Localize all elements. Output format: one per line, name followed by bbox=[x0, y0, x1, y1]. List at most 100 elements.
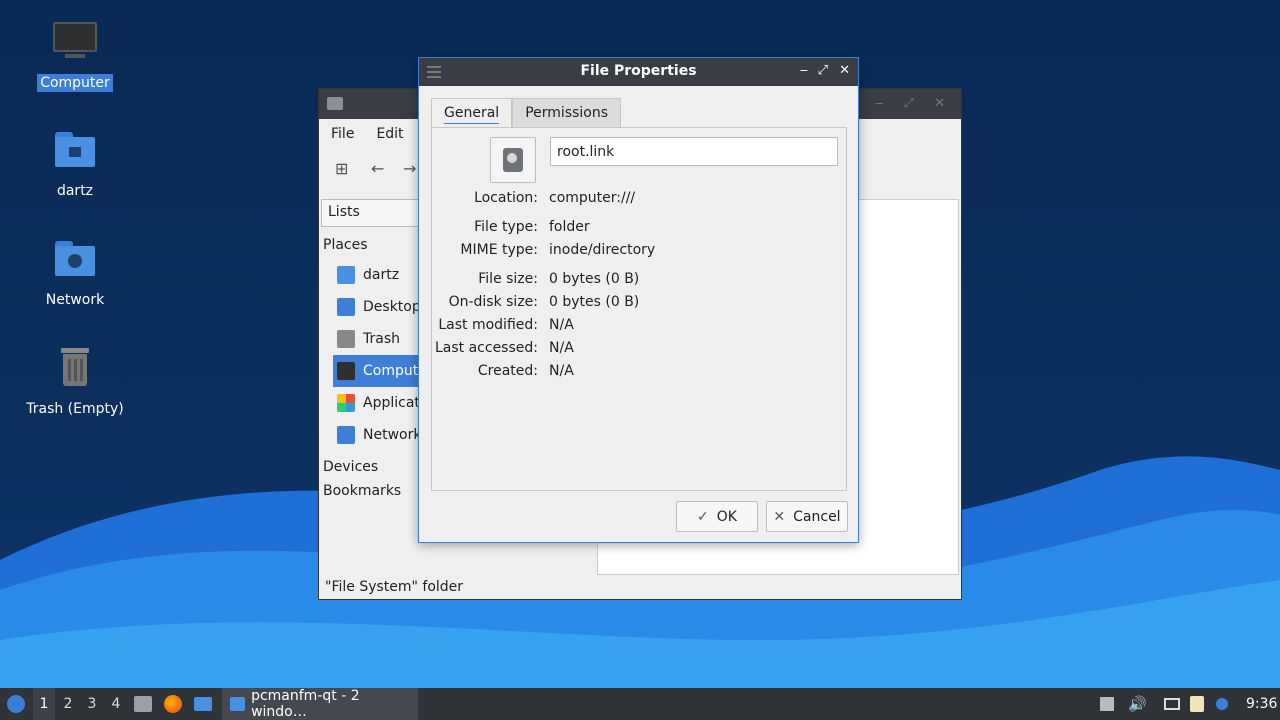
desktop-icon-label: dartz bbox=[56, 183, 94, 199]
property-value: folder bbox=[549, 219, 590, 235]
taskbar: 1 2 3 4 pcmanfm-qt - 2 windo… 🔊 9:36 bbox=[0, 688, 1280, 720]
property-row: Last modified: N/A bbox=[432, 317, 848, 339]
places-pane: Places dartz Desktop Trash Computer Appl… bbox=[323, 237, 423, 499]
desktop-icon bbox=[194, 697, 212, 711]
network-icon bbox=[337, 426, 355, 444]
desktop-icon-home[interactable]: dartz bbox=[20, 128, 130, 200]
show-desktop-button[interactable] bbox=[194, 688, 214, 720]
place-label: Desktop bbox=[363, 299, 421, 315]
property-value: inode/directory bbox=[549, 242, 656, 258]
applications-icon bbox=[337, 394, 355, 412]
property-row: On-disk size: 0 bytes (0 B) bbox=[432, 294, 848, 316]
property-row: File size: 0 bytes (0 B) bbox=[432, 271, 848, 293]
dialog-title: File Properties bbox=[580, 63, 697, 79]
eject-icon[interactable] bbox=[1100, 688, 1116, 720]
tab-bar: General Permissions bbox=[431, 98, 621, 128]
desktop-icon-computer[interactable]: Computer bbox=[20, 20, 130, 92]
file-manager-launcher[interactable] bbox=[134, 688, 154, 720]
place-label: Network bbox=[363, 427, 422, 443]
place-label: dartz bbox=[363, 267, 400, 283]
file-name-field[interactable] bbox=[550, 137, 838, 166]
place-item-trash[interactable]: Trash bbox=[323, 323, 423, 355]
desktop-icon-network[interactable]: Network bbox=[20, 237, 130, 309]
bookmarks-header[interactable]: Bookmarks bbox=[323, 483, 423, 499]
ok-button-label: OK bbox=[716, 508, 737, 525]
home-folder-icon bbox=[337, 266, 355, 284]
devices-header[interactable]: Devices bbox=[323, 459, 423, 475]
folder-icon bbox=[230, 697, 246, 711]
lxqt-logo-icon bbox=[7, 695, 25, 713]
property-row: File type: folder bbox=[432, 219, 848, 241]
task-label: pcmanfm-qt - 2 windo… bbox=[251, 688, 360, 720]
workspace-1[interactable]: 1 bbox=[33, 688, 55, 720]
place-label: Computer bbox=[363, 363, 423, 379]
property-key: File type: bbox=[474, 219, 538, 235]
place-item-applications[interactable]: Applications bbox=[323, 387, 423, 419]
tab-permissions[interactable]: Permissions bbox=[512, 98, 621, 128]
desktop-icon-trash[interactable]: Trash (Empty) bbox=[20, 346, 130, 418]
property-key: Location: bbox=[474, 190, 538, 206]
menu-file[interactable]: File bbox=[331, 126, 354, 142]
status-bar: "File System" folder bbox=[325, 579, 464, 595]
property-key: Created: bbox=[477, 363, 538, 379]
computer-icon bbox=[51, 20, 99, 68]
workspace-3[interactable]: 3 bbox=[81, 688, 103, 720]
property-key: On-disk size: bbox=[448, 294, 538, 310]
trash-icon bbox=[51, 346, 99, 394]
firefox-launcher[interactable] bbox=[164, 688, 184, 720]
menu-edit[interactable]: Edit bbox=[376, 126, 403, 142]
start-menu-button[interactable] bbox=[4, 688, 28, 720]
cancel-button[interactable]: ✕ Cancel bbox=[766, 501, 848, 532]
workspace-4[interactable]: 4 bbox=[105, 688, 127, 720]
desktop-icon-label: Computer bbox=[37, 74, 113, 92]
desktop-icon-label: Trash (Empty) bbox=[26, 401, 124, 417]
property-value: 0 bytes (0 B) bbox=[549, 294, 640, 310]
place-label: Trash bbox=[363, 331, 400, 347]
place-item-network[interactable]: Network bbox=[323, 419, 423, 451]
property-row: MIME type: inode/directory bbox=[432, 242, 848, 264]
property-value: 0 bytes (0 B) bbox=[549, 271, 640, 287]
file-properties-dialog: File Properties ‒ ⤢ ✕ General Permission… bbox=[418, 57, 859, 543]
desktop-icon-label: Network bbox=[45, 292, 105, 308]
notification-icon[interactable] bbox=[1216, 688, 1230, 720]
dialog-titlebar[interactable]: File Properties ‒ ⤢ ✕ bbox=[419, 58, 858, 86]
property-value: computer:/// bbox=[549, 190, 636, 206]
volume-icon[interactable]: 🔊 bbox=[1128, 688, 1147, 720]
place-item-computer[interactable]: Computer bbox=[333, 355, 423, 387]
home-folder-icon bbox=[51, 128, 99, 176]
folder-icon bbox=[327, 97, 343, 110]
property-key: Last accessed: bbox=[434, 340, 538, 356]
firefox-icon bbox=[164, 695, 182, 713]
side-pane-mode-select[interactable]: Lists bbox=[321, 199, 431, 227]
new-tab-icon[interactable]: ⊞ bbox=[335, 159, 348, 178]
workspace-2[interactable]: 2 bbox=[57, 688, 79, 720]
place-item-home[interactable]: dartz bbox=[323, 259, 423, 291]
tab-general[interactable]: General bbox=[431, 98, 513, 128]
drive-icon bbox=[503, 148, 523, 172]
cancel-button-label: Cancel bbox=[793, 508, 841, 525]
property-row: Created: N/A bbox=[432, 363, 848, 385]
file-manager-icon bbox=[134, 696, 152, 712]
clipboard-icon[interactable] bbox=[1190, 688, 1208, 720]
property-key: Last modified: bbox=[438, 317, 538, 333]
computer-icon bbox=[337, 362, 355, 380]
task-button-pcmanfm[interactable]: pcmanfm-qt - 2 windo… bbox=[222, 688, 418, 720]
property-key: File size: bbox=[478, 271, 538, 287]
general-tab-panel: Location: computer:/// File type: folder… bbox=[431, 127, 847, 491]
change-icon-button[interactable] bbox=[490, 137, 536, 183]
property-value: N/A bbox=[549, 340, 574, 356]
property-value: N/A bbox=[549, 317, 574, 333]
window-controls[interactable]: ‒ ⤢ ✕ bbox=[875, 96, 953, 111]
clock[interactable]: 9:36 bbox=[1246, 688, 1277, 720]
back-arrow-icon[interactable]: ← bbox=[371, 159, 384, 178]
network-status-icon[interactable] bbox=[1164, 688, 1182, 720]
checkmark-icon: ✓ bbox=[697, 508, 709, 525]
maximize-icon[interactable]: ⤢ bbox=[818, 63, 828, 78]
place-item-desktop[interactable]: Desktop bbox=[323, 291, 423, 323]
forward-arrow-icon[interactable]: → bbox=[403, 159, 416, 178]
close-icon[interactable]: ✕ bbox=[839, 63, 850, 78]
ok-button[interactable]: ✓ OK bbox=[676, 501, 758, 532]
trash-icon bbox=[337, 330, 355, 348]
network-folder-icon bbox=[51, 237, 99, 285]
minimize-icon[interactable]: ‒ bbox=[800, 63, 808, 78]
